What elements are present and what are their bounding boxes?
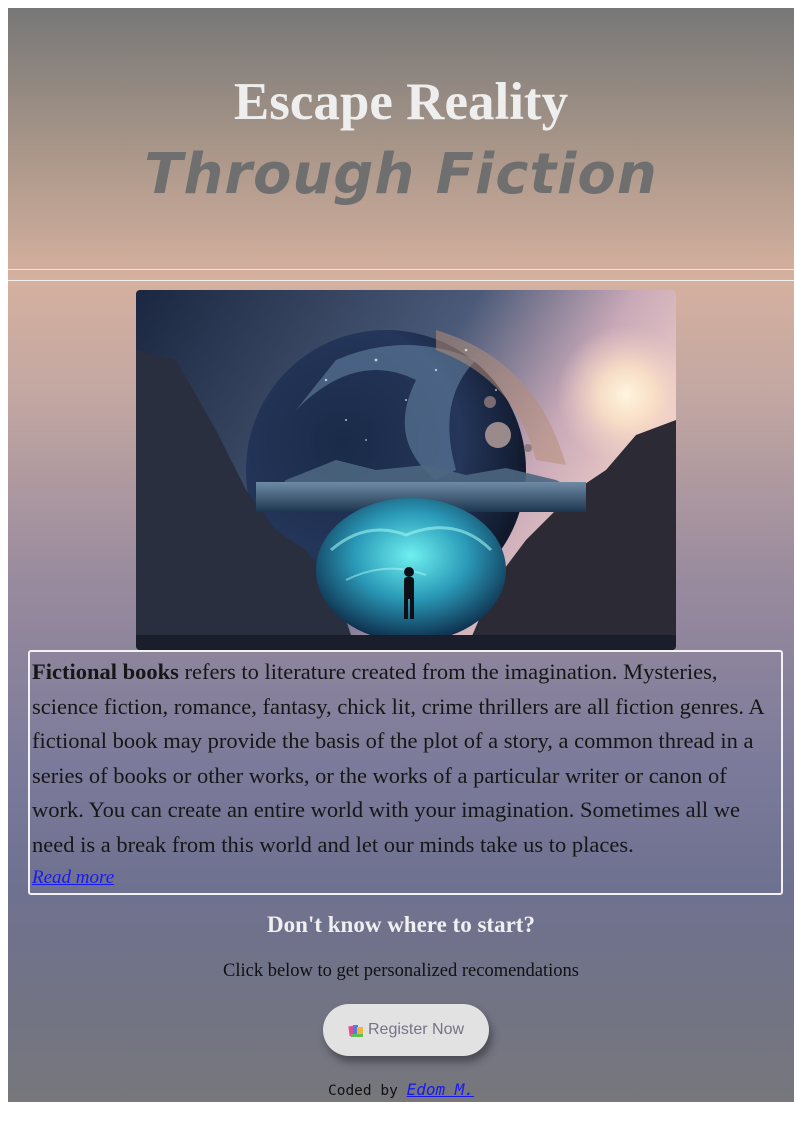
register-button[interactable]: Register Now bbox=[323, 1004, 489, 1056]
register-button-label: Register Now bbox=[367, 1021, 465, 1038]
intro-box: Fictional books refers to literature cre… bbox=[28, 650, 783, 895]
divider bbox=[8, 280, 794, 281]
fantasy-portal-illustration-icon bbox=[136, 290, 676, 650]
cta-heading: Don't know where to start? bbox=[267, 912, 535, 937]
footer: Coded by Edom M. bbox=[8, 1080, 794, 1099]
cta-subtext: Click below to get personalized recomend… bbox=[222, 961, 580, 981]
intro-bold-lead: Fictional books bbox=[32, 659, 179, 684]
footer-prefix: Coded by bbox=[327, 1083, 407, 1099]
books-icon bbox=[348, 1023, 365, 1038]
page-header: Escape Reality Through Fiction bbox=[8, 8, 794, 270]
page-subtitle: Through Fiction bbox=[144, 142, 658, 207]
intro-body: refers to literature created from the im… bbox=[32, 659, 764, 857]
page-title: Escape Reality bbox=[233, 73, 569, 131]
intro-paragraph: Fictional books refers to literature cre… bbox=[32, 655, 779, 863]
author-link[interactable]: Edom M. bbox=[407, 1080, 474, 1099]
read-more-link[interactable]: Read more bbox=[32, 867, 114, 889]
page-background: Escape Reality Through Fiction Fictional… bbox=[8, 8, 794, 1102]
hero-image bbox=[136, 290, 676, 650]
